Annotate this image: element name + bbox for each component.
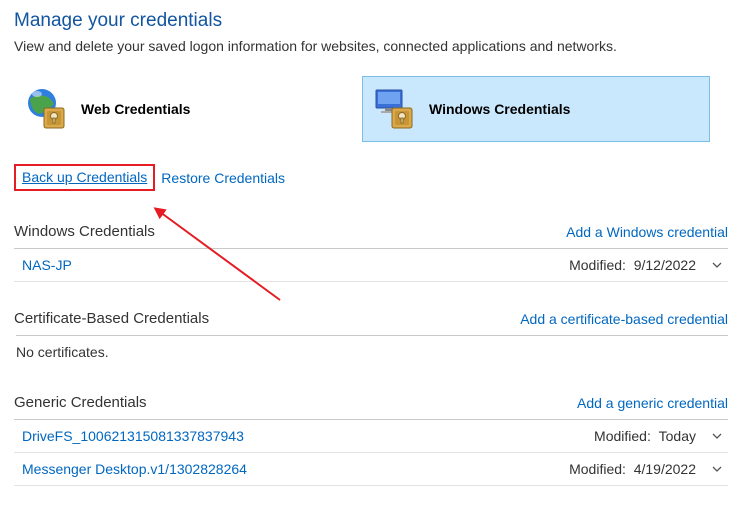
backup-restore-links: Back up Credentials Restore Credentials <box>14 164 728 191</box>
section-windows-credentials: Windows Credentials Add a Windows creden… <box>14 213 728 282</box>
annotation-highlight-box: Back up Credentials <box>14 164 155 191</box>
restore-credentials-link[interactable]: Restore Credentials <box>161 170 285 186</box>
credential-row[interactable]: Messenger Desktop.v1/1302828264 Modified… <box>14 453 728 486</box>
empty-certificates-text: No certificates. <box>16 335 728 384</box>
credential-name: NAS-JP <box>22 257 72 273</box>
backup-credentials-link[interactable]: Back up Credentials <box>22 169 147 185</box>
section-certificate-credentials: Certificate-Based Credentials Add a cert… <box>14 300 728 384</box>
credential-modified: Modified: Today <box>594 428 696 444</box>
credential-row[interactable]: DriveFS_100621315081337837943 Modified: … <box>14 420 728 453</box>
tab-label: Web Credentials <box>81 101 190 117</box>
section-generic-credentials: Generic Credentials Add a generic creden… <box>14 384 728 486</box>
tab-windows-credentials[interactable]: Windows Credentials <box>362 76 710 142</box>
globe-safe-icon <box>21 85 69 133</box>
credential-name: Messenger Desktop.v1/1302828264 <box>22 461 247 477</box>
tab-web-credentials[interactable]: Web Credentials <box>14 76 362 142</box>
section-title: Windows Credentials <box>14 223 155 240</box>
section-title: Generic Credentials <box>14 394 147 411</box>
monitor-safe-icon <box>369 85 417 133</box>
credential-name: DriveFS_100621315081337837943 <box>22 428 244 444</box>
section-title: Certificate-Based Credentials <box>14 310 209 327</box>
tab-label: Windows Credentials <box>429 101 570 117</box>
credential-modified: Modified: 4/19/2022 <box>569 461 696 477</box>
add-generic-credential-link[interactable]: Add a generic credential <box>577 395 728 411</box>
credential-row[interactable]: NAS-JP Modified: 9/12/2022 <box>14 249 728 282</box>
page-title: Manage your credentials <box>14 10 728 32</box>
credential-type-tabs: Web Credentials Windows Credentials <box>14 76 728 142</box>
chevron-down-icon <box>710 429 724 443</box>
chevron-down-icon <box>710 462 724 476</box>
add-windows-credential-link[interactable]: Add a Windows credential <box>566 224 728 240</box>
add-certificate-credential-link[interactable]: Add a certificate-based credential <box>520 311 728 327</box>
page-description: View and delete your saved logon informa… <box>14 38 728 54</box>
credential-modified: Modified: 9/12/2022 <box>569 257 696 273</box>
chevron-down-icon <box>710 258 724 272</box>
